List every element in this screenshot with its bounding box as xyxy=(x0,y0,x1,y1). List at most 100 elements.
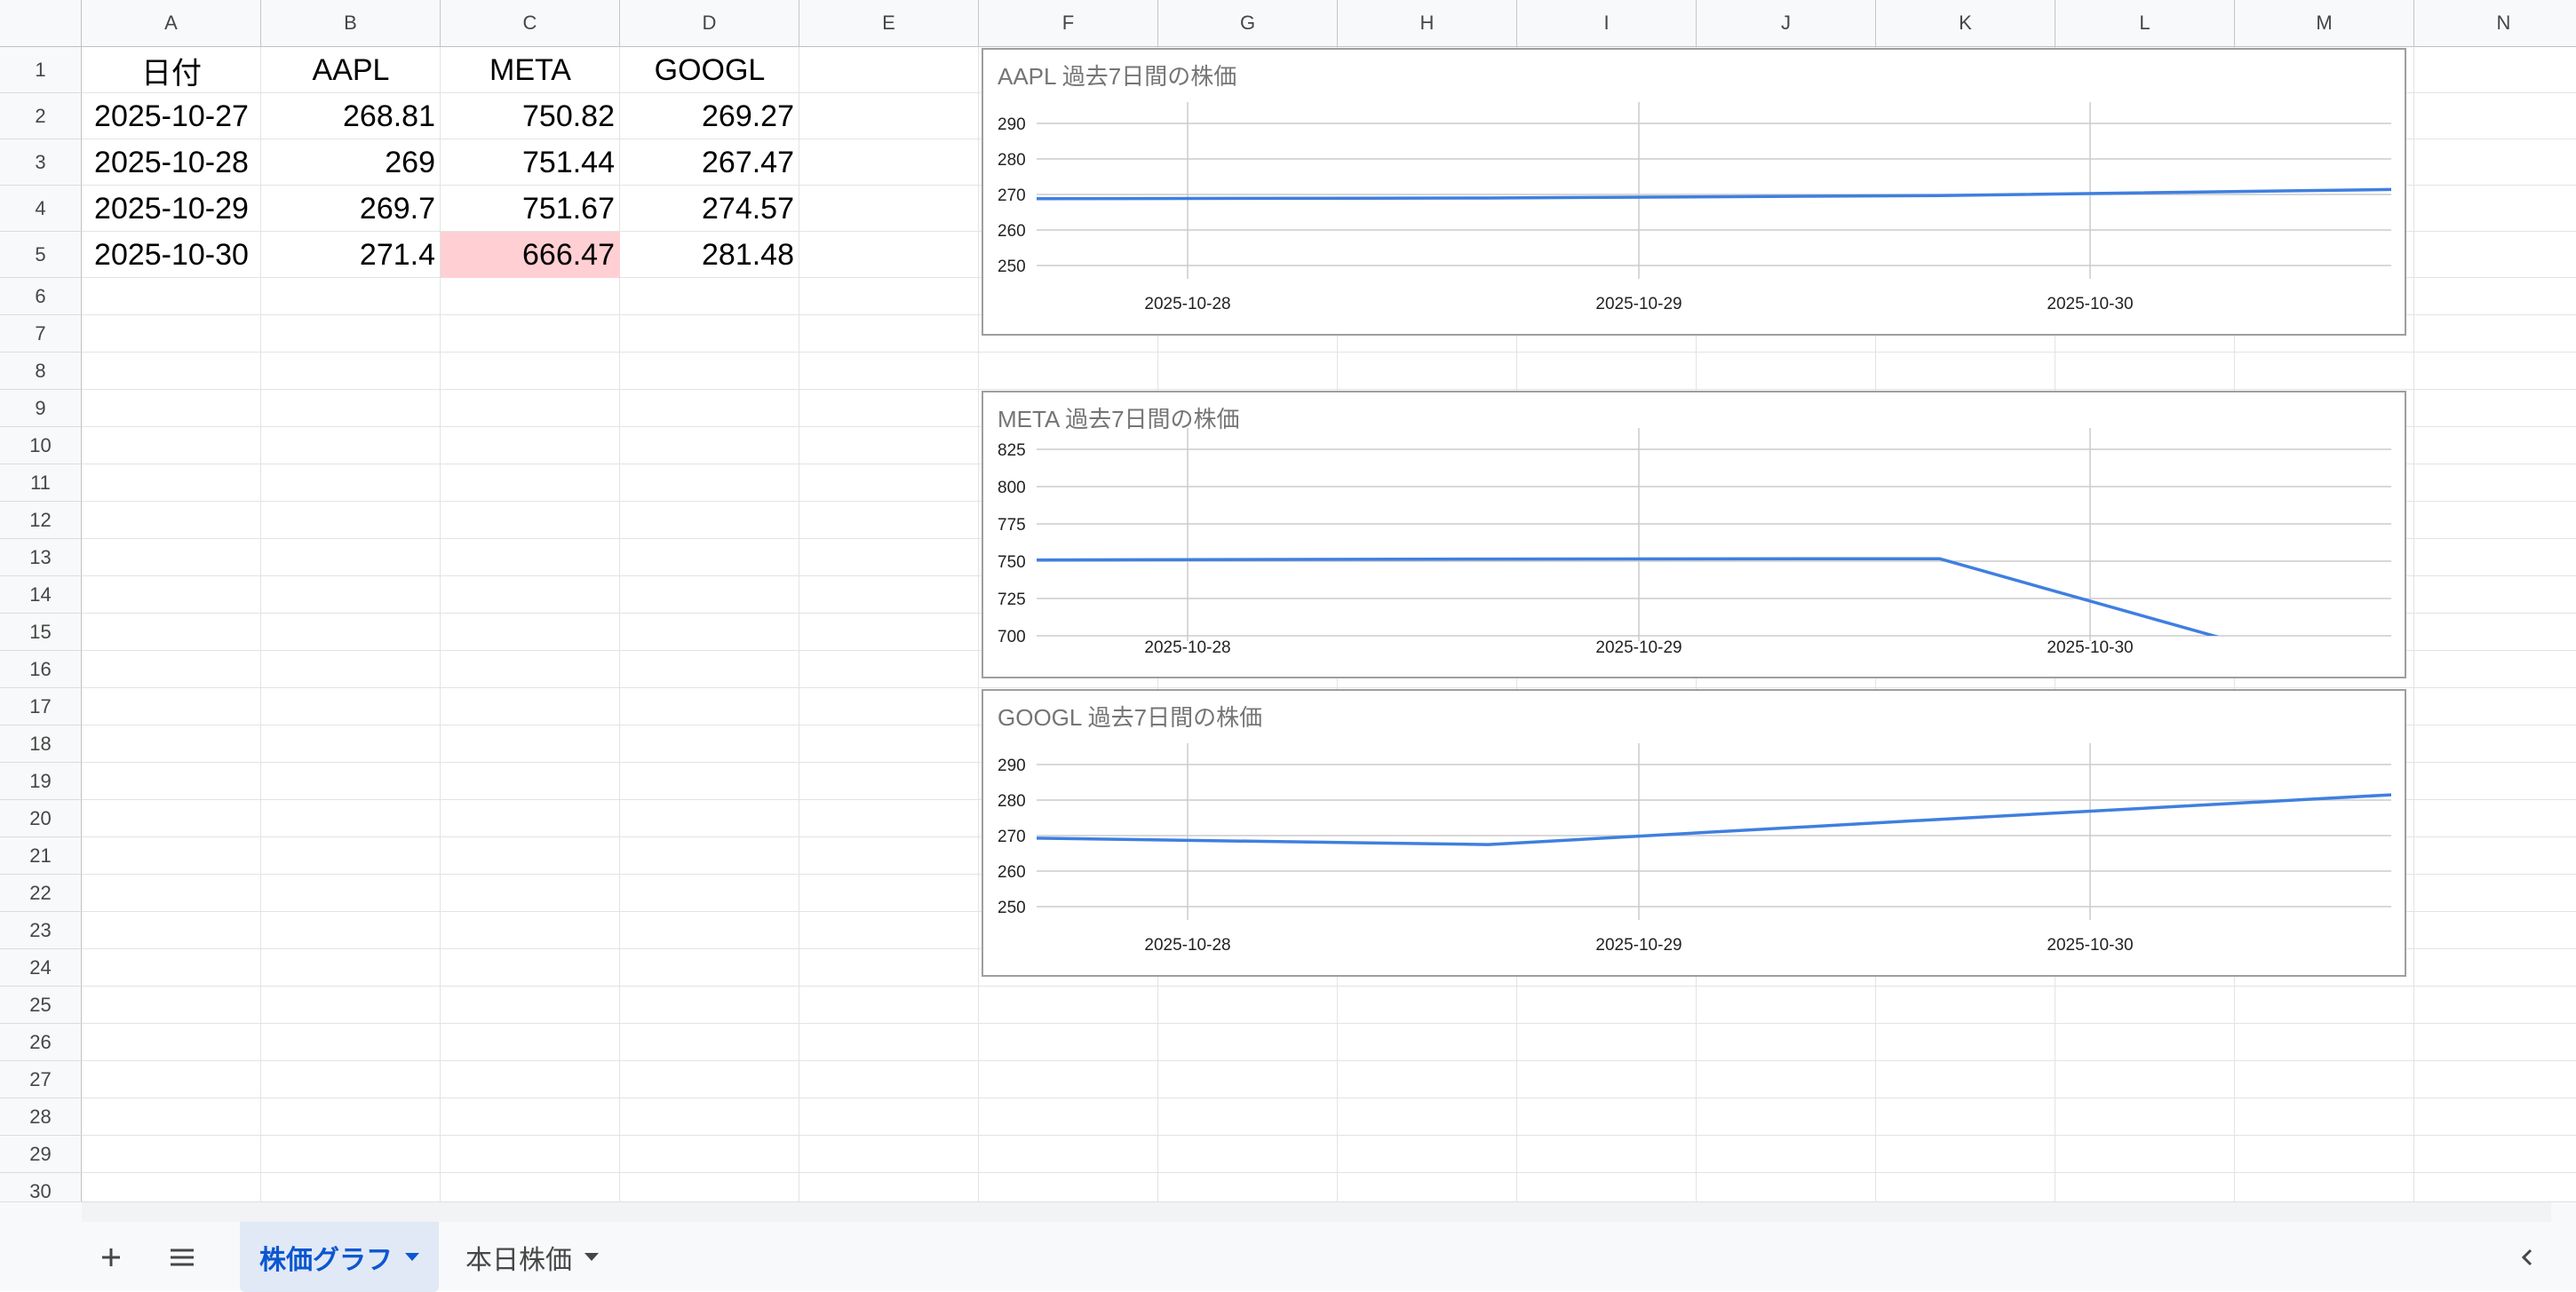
column-header-k[interactable]: K xyxy=(1876,0,2055,47)
cell-c2[interactable]: 750.82 xyxy=(441,93,620,139)
row-header-3[interactable]: 3 xyxy=(0,139,82,186)
x-tick-label: 2025-10-28 xyxy=(1144,936,1230,955)
cell-a2[interactable]: 2025-10-27 xyxy=(82,93,261,139)
aapl-chart[interactable]: AAPL 過去7日間の株価 290 280 270 260 250 2025-10-28 2… xyxy=(982,48,2406,336)
meta-chart-plot: 825 800 775 750 725 700 2025-10-28 2025-10-29 20… xyxy=(998,428,2391,657)
y-tick-label: 775 xyxy=(998,516,1026,535)
chevron-down-icon[interactable] xyxy=(405,1253,419,1261)
y-tick-label: 700 xyxy=(998,628,1026,646)
sheet-tab-today-price[interactable]: 本日株価 xyxy=(446,1222,618,1292)
row-header-5[interactable]: 5 xyxy=(0,232,82,278)
column-header-m[interactable]: M xyxy=(2235,0,2414,47)
row-header-14[interactable]: 14 xyxy=(0,576,82,614)
spreadsheet-grid[interactable]: ABCDEFGHIJKLMN 1 2 3 4 5 6 7 8 9 10 11 12 13 14 15 16 17… xyxy=(0,0,2576,1201)
cell-d2[interactable]: 269.27 xyxy=(620,93,799,139)
row-header-7[interactable]: 7 xyxy=(0,315,82,353)
row-header-22[interactable]: 22 xyxy=(0,875,82,912)
cell-c5[interactable]: 666.47 xyxy=(441,232,620,278)
row-header-20[interactable]: 20 xyxy=(0,800,82,837)
horizontal-scrollbar[interactable] xyxy=(82,1202,2551,1222)
row-header-21[interactable]: 21 xyxy=(0,837,82,875)
cell-b3[interactable]: 269 xyxy=(261,139,441,186)
row-header-26[interactable]: 26 xyxy=(0,1024,82,1061)
chevron-down-icon[interactable] xyxy=(584,1253,599,1261)
row-header-6[interactable]: 6 xyxy=(0,278,82,315)
row-header-9[interactable]: 9 xyxy=(0,390,82,427)
cell-b5[interactable]: 271.4 xyxy=(261,232,441,278)
column-header-c[interactable]: C xyxy=(441,0,620,47)
cell-d5[interactable]: 281.48 xyxy=(620,232,799,278)
column-header-b[interactable]: B xyxy=(261,0,441,47)
cell-a1[interactable]: 日付 xyxy=(82,47,261,93)
row-header-25[interactable]: 25 xyxy=(0,987,82,1024)
row-gridline xyxy=(82,1135,2576,1136)
row-gridline xyxy=(82,1023,2576,1024)
row-header-24[interactable]: 24 xyxy=(0,949,82,987)
row-gridline xyxy=(82,389,2576,390)
cell-d4[interactable]: 274.57 xyxy=(620,186,799,232)
column-header-d[interactable]: D xyxy=(620,0,799,47)
y-tick-label: 280 xyxy=(998,151,1026,170)
googl-chart[interactable]: GOOGL 過去7日間の株価 290 280 270 260 250 2025-10-28… xyxy=(982,689,2406,977)
x-tick-label: 2025-10-30 xyxy=(2047,638,2133,657)
y-tick-label: 250 xyxy=(998,899,1026,917)
row-header-30[interactable]: 30 xyxy=(0,1173,82,1201)
sheet-tab-bar: 株価グラフ 本日株価 xyxy=(0,1201,2576,1292)
meta-chart[interactable]: META 過去7日間の株価 825 800 775 750 725 700 2025-10-… xyxy=(982,391,2406,678)
scroll-tabs-left-button[interactable] xyxy=(2505,1222,2549,1292)
column-header-a[interactable]: A xyxy=(82,0,261,47)
series-line xyxy=(1037,793,2391,846)
cell-d1[interactable]: GOOGL xyxy=(620,47,799,93)
row-header-27[interactable]: 27 xyxy=(0,1061,82,1098)
row-header-10[interactable]: 10 xyxy=(0,427,82,464)
column-header-g[interactable]: G xyxy=(1158,0,1338,47)
row-header-17[interactable]: 17 xyxy=(0,688,82,725)
cell-a4[interactable]: 2025-10-29 xyxy=(82,186,261,232)
all-sheets-button[interactable] xyxy=(160,1222,204,1292)
cell-c1[interactable]: META xyxy=(441,47,620,93)
y-tick-label: 290 xyxy=(998,757,1026,775)
column-gridline xyxy=(2413,47,2414,1201)
cell-a5[interactable]: 2025-10-30 xyxy=(82,232,261,278)
row-header-13[interactable]: 13 xyxy=(0,539,82,576)
row-header-28[interactable]: 28 xyxy=(0,1098,82,1136)
column-gridline xyxy=(978,47,979,1201)
row-header-16[interactable]: 16 xyxy=(0,651,82,688)
cell-b4[interactable]: 269.7 xyxy=(261,186,441,232)
y-tick-label: 725 xyxy=(998,591,1026,609)
row-header-2[interactable]: 2 xyxy=(0,93,82,139)
cell-c3[interactable]: 751.44 xyxy=(441,139,620,186)
column-header-l[interactable]: L xyxy=(2055,0,2235,47)
cell-a3[interactable]: 2025-10-28 xyxy=(82,139,261,186)
column-header-n[interactable]: N xyxy=(2414,0,2576,47)
select-all-corner[interactable] xyxy=(0,0,82,47)
row-header-8[interactable]: 8 xyxy=(0,353,82,390)
row-header-12[interactable]: 12 xyxy=(0,502,82,539)
cell-d3[interactable]: 267.47 xyxy=(620,139,799,186)
cell-b2[interactable]: 268.81 xyxy=(261,93,441,139)
x-tick-label: 2025-10-30 xyxy=(2047,936,2133,955)
y-tick-label: 270 xyxy=(998,828,1026,846)
column-header-i[interactable]: I xyxy=(1517,0,1697,47)
column-header-f[interactable]: F xyxy=(979,0,1158,47)
plus-icon xyxy=(102,1248,120,1266)
sheet-tab-stock-chart[interactable]: 株価グラフ xyxy=(240,1222,439,1292)
column-header-h[interactable]: H xyxy=(1338,0,1517,47)
row-header-19[interactable]: 19 xyxy=(0,763,82,800)
row-gridline xyxy=(82,1172,2576,1173)
row-header-1[interactable]: 1 xyxy=(0,47,82,93)
row-header-18[interactable]: 18 xyxy=(0,725,82,763)
row-header-11[interactable]: 11 xyxy=(0,464,82,502)
add-sheet-button[interactable] xyxy=(89,1222,133,1292)
y-tick-label: 250 xyxy=(998,258,1026,276)
column-header-j[interactable]: J xyxy=(1697,0,1876,47)
row-header-4[interactable]: 4 xyxy=(0,186,82,232)
cell-b1[interactable]: AAPL xyxy=(261,47,441,93)
y-tick-label: 260 xyxy=(998,863,1026,882)
row-header-29[interactable]: 29 xyxy=(0,1136,82,1173)
cell-c4[interactable]: 751.67 xyxy=(441,186,620,232)
aapl-chart-plot: 290 280 270 260 250 2025-10-28 2025-10-29 2025-… xyxy=(998,102,2391,313)
row-header-23[interactable]: 23 xyxy=(0,912,82,949)
row-header-15[interactable]: 15 xyxy=(0,614,82,651)
column-header-e[interactable]: E xyxy=(799,0,979,47)
